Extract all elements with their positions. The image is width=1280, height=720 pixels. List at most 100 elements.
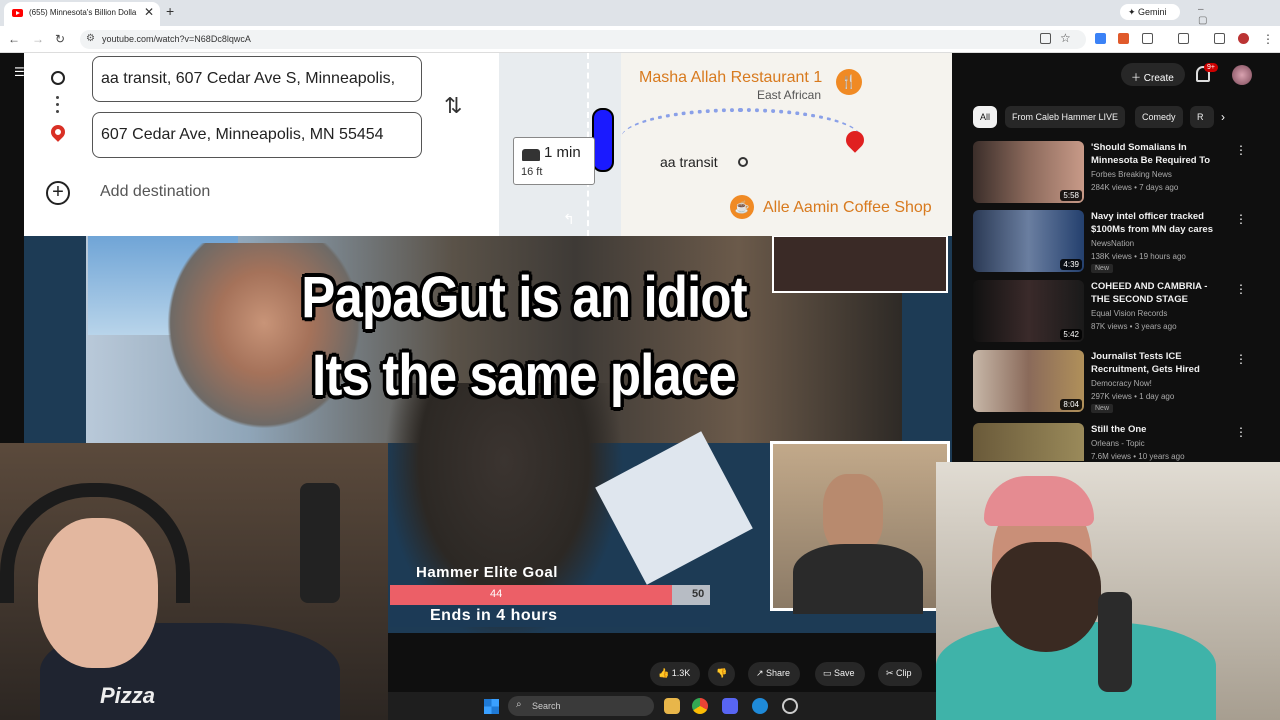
video-title[interactable]: COHEED AND CAMBRIA - THE SECOND STAGE TU…	[1091, 280, 1221, 307]
goal-title: Hammer Elite Goal	[416, 564, 558, 581]
origin-marker-icon	[738, 157, 748, 167]
coffee-icon[interactable]: ☕	[730, 195, 754, 219]
taskbar-search-label: Search	[532, 701, 561, 711]
add-destination-button[interactable]: Add destination	[100, 183, 210, 201]
add-destination-icon[interactable]: +	[46, 181, 70, 205]
beard-image	[991, 542, 1101, 652]
more-options-icon[interactable]: ⋮	[1235, 212, 1247, 226]
more-options-icon[interactable]: ⋮	[1235, 352, 1247, 366]
video-headline: PapaGut is an idiot Its the same place	[286, 259, 761, 415]
shirt-image	[793, 544, 923, 614]
goal-progress-fill	[390, 585, 672, 605]
tab-close-icon[interactable]: ✕	[144, 5, 154, 19]
route-duration-callout[interactable]: 1 min 16 ft	[513, 137, 595, 185]
edge-icon[interactable]	[752, 698, 768, 714]
gemini-label: Gemini	[1138, 7, 1167, 17]
video-thumbnail[interactable]	[973, 423, 1084, 461]
taskbar-search[interactable]: ⌕ Search	[508, 696, 654, 716]
forward-icon[interactable]: →	[32, 32, 44, 46]
car-icon	[522, 149, 540, 161]
map-view[interactable]: 1 min 16 ft Masha Allah Restaurant 1 Eas…	[499, 53, 952, 236]
media-control-icon[interactable]	[1214, 33, 1225, 44]
video-title[interactable]: Journalist Tests ICE Recruitment, Gets H…	[1091, 350, 1221, 377]
tab-title: (655) Minnesota's Billion Dolla	[29, 8, 137, 17]
more-options-icon[interactable]: ⋮	[1235, 143, 1247, 157]
account-avatar[interactable]	[1232, 65, 1252, 85]
video-thumbnail[interactable]: 5:42	[973, 280, 1084, 342]
video-title[interactable]: Still the One	[1091, 423, 1221, 436]
clip-button[interactable]: ✂ Clip	[878, 662, 922, 686]
extensions-puzzle-icon[interactable]	[1142, 33, 1153, 44]
video-channel[interactable]: NewsNation	[1091, 239, 1134, 248]
restaurant-icon[interactable]: 🍴	[836, 69, 862, 95]
sidebar-icon[interactable]	[1178, 33, 1189, 44]
video-channel[interactable]: Forbes Breaking News	[1091, 170, 1172, 179]
video-title[interactable]: 'Should Somalians In Minnesota Be Requir…	[1091, 141, 1221, 168]
chip-more[interactable]: R	[1190, 106, 1214, 128]
recommended-video[interactable]: 5:42 COHEED AND CAMBRIA - THE SECOND STA…	[973, 280, 1273, 342]
origin-input[interactable]: aa transit, 607 Cedar Ave S, Minneapolis…	[92, 56, 422, 102]
profile-avatar[interactable]	[1238, 33, 1249, 44]
save-button[interactable]: ▭ Save	[815, 662, 865, 686]
back-icon[interactable]: ←	[8, 32, 20, 46]
destination-input[interactable]: 607 Cedar Ave, Minneapolis, MN 55454	[92, 112, 422, 158]
video-channel[interactable]: Equal Vision Records	[1091, 309, 1167, 318]
face-image	[823, 474, 883, 554]
cast-icon[interactable]	[1040, 33, 1051, 44]
extension-icon[interactable]	[1095, 33, 1106, 44]
browser-tab[interactable]: (655) Minnesota's Billion Dolla ✕	[4, 2, 160, 26]
video-meta: 297K views • 1 day ago	[1091, 392, 1175, 401]
video-title[interactable]: Navy intel officer tracked $100Ms from M…	[1091, 210, 1221, 237]
place-label[interactable]: aa transit	[660, 154, 718, 170]
place-label[interactable]: Alle Aamin Coffee Shop	[763, 199, 932, 217]
dislike-button[interactable]: 👎	[708, 662, 736, 686]
goal-ends-text: Ends in 4 hours	[390, 605, 710, 627]
chip-all[interactable]: All	[973, 106, 998, 128]
place-label[interactable]: Masha Allah Restaurant 1	[639, 69, 822, 87]
goal-progress-bar: 44 50	[390, 585, 710, 605]
recommended-video[interactable]: 5:58 'Should Somalians In Minnesota Be R…	[973, 141, 1273, 203]
more-options-icon[interactable]: ⋮	[1235, 282, 1247, 296]
headline-line-2: Its the same place	[312, 343, 737, 408]
route-dot	[56, 96, 59, 99]
reload-icon[interactable]: ↻	[55, 32, 65, 46]
app-icon[interactable]	[782, 698, 798, 714]
create-button[interactable]: ＋ Create	[1121, 63, 1185, 86]
new-tab-button[interactable]: +	[166, 3, 174, 19]
url-text: youtube.com/watch?v=N68Dc8lqwcA	[102, 34, 251, 44]
recommended-video[interactable]: Still the One Orleans - Topic 7.6M views…	[973, 423, 1273, 461]
recommended-video[interactable]: 4:39 Navy intel officer tracked $100Ms f…	[973, 210, 1273, 273]
video-channel[interactable]: Democracy Now!	[1091, 379, 1152, 388]
file-explorer-icon[interactable]	[664, 698, 680, 714]
chevron-right-icon[interactable]: ›	[1221, 110, 1225, 124]
extension-icon[interactable]	[1118, 33, 1129, 44]
destination-pin-icon	[48, 122, 68, 142]
route-marker	[592, 108, 614, 172]
video-thumbnail[interactable]: 4:39	[973, 210, 1084, 272]
video-thumbnail[interactable]: 5:58	[973, 141, 1084, 203]
headphones-image	[0, 483, 190, 603]
route-dot	[56, 110, 59, 113]
video-thumbnail[interactable]: 8:04	[973, 350, 1084, 412]
url-field[interactable]: ⚙ youtube.com/watch?v=N68Dc8lqwcA	[80, 30, 1086, 49]
discord-icon[interactable]	[722, 698, 738, 714]
recommended-video[interactable]: 8:04 Journalist Tests ICE Recruitment, G…	[973, 350, 1273, 413]
windows-start-icon[interactable]	[484, 699, 499, 714]
like-button[interactable]: 👍 1.3K	[650, 662, 701, 686]
notification-badge: 9+	[1204, 63, 1218, 72]
swap-directions-icon[interactable]: ⇅	[444, 93, 462, 119]
menu-kebab-icon[interactable]: ⋮	[1262, 32, 1274, 46]
more-options-icon[interactable]: ⋮	[1235, 425, 1247, 439]
chip-comedy[interactable]: Comedy	[1135, 106, 1183, 128]
origin-circle-icon	[51, 71, 65, 85]
chip-channel[interactable]: From Caleb Hammer LIVE	[1005, 106, 1126, 128]
inset-image	[772, 235, 948, 293]
headline-line-1: PapaGut is an idiot	[301, 265, 747, 330]
video-channel[interactable]: Orleans - Topic	[1091, 439, 1145, 448]
site-info-icon[interactable]: ⚙	[86, 33, 95, 44]
share-button[interactable]: ↗ Share	[748, 662, 801, 686]
new-badge: New	[1091, 404, 1114, 413]
chrome-icon[interactable]	[692, 698, 708, 714]
gemini-button[interactable]: ✦ Gemini	[1120, 4, 1180, 20]
bookmark-star-icon[interactable]: ☆	[1060, 31, 1071, 45]
